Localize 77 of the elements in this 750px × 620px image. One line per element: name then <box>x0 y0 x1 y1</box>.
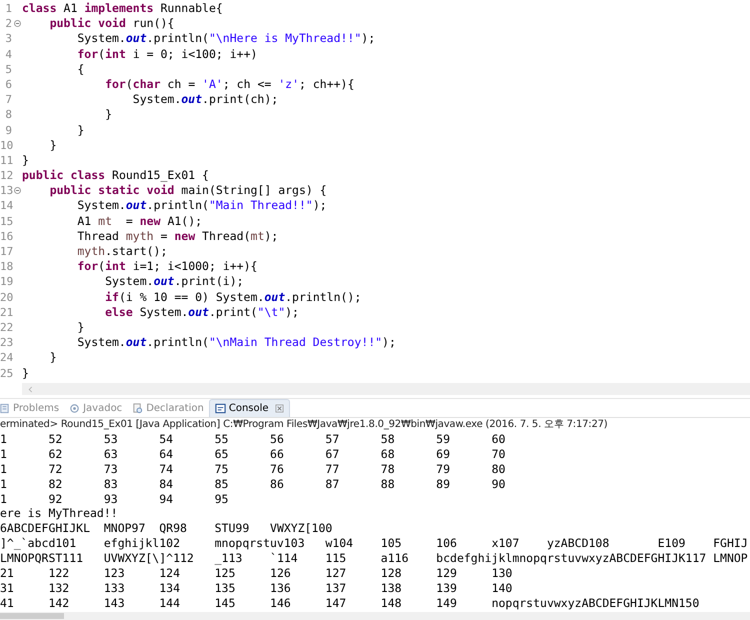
document-icon <box>132 402 144 414</box>
code-line: class A1 implements Runnable{ <box>22 1 223 16</box>
console-line: ]^_`abcd101 efghijkl102 mnopqrstuv103 w104 105 106 x107 yzABCD108 E109 FGHIJ <box>0 536 748 550</box>
console-line: 1 92 93 94 95 <box>0 492 228 506</box>
console-line: 1 82 83 84 85 86 87 88 89 90 <box>0 476 506 491</box>
line-number: 7 <box>4 92 12 108</box>
scrollbar-thumb[interactable] <box>0 613 64 619</box>
horizontal-scrollbar[interactable] <box>22 383 750 395</box>
code-line: { <box>76 62 84 77</box>
line-number: 25 <box>0 366 12 381</box>
line-number: 2 <box>4 16 12 32</box>
line-number: 11 <box>0 152 12 168</box>
code-line: Thread myth = new Thread(mt); <box>76 228 278 244</box>
code-line: A1 mt = new A1(); <box>76 214 202 229</box>
line-number: 1 <box>4 1 12 16</box>
line-number: 4 <box>4 46 12 62</box>
console-line: 1 52 53 54 55 56 57 58 59 60 <box>0 432 506 446</box>
code-line: public void run(){ <box>48 16 174 32</box>
code-line: System.out.print(i); <box>104 274 244 290</box>
line-number: 6 <box>4 76 12 92</box>
code-line: else System.out.print("\t"); <box>104 304 299 320</box>
code-line: } <box>76 122 84 138</box>
view-tab[interactable]: Javadoc <box>64 399 128 417</box>
line-number: 16 <box>0 228 12 244</box>
line-number: 9 <box>4 122 12 138</box>
line-number: 14 <box>0 198 12 214</box>
line-number: 15 <box>0 214 12 229</box>
code-line: for(int i = 0; i<100; i++) <box>76 46 258 62</box>
code-line: System.out.println("\nMain Thread Destroy!!"); <box>76 335 396 350</box>
code-line: System.out.print(ch); <box>132 92 278 108</box>
console-line: 1 72 73 74 75 76 77 78 79 80 <box>0 462 506 476</box>
console-line: 1 62 63 64 65 66 67 68 69 70 <box>0 446 506 461</box>
line-number: 8 <box>4 107 12 122</box>
code-line: myth.start(); <box>76 244 168 260</box>
console-line: 21 122 123 124 125 126 127 128 129 130 <box>0 566 512 580</box>
view-tab[interactable]: Declaration <box>127 399 209 417</box>
console-line: 41 142 143 144 145 146 147 148 149 nopqrstuvwxyzABCDEFGHIJKLMN150 <box>0 596 700 610</box>
line-number: 18 <box>0 259 12 274</box>
line-number: 5 <box>4 62 12 77</box>
code-line: public static void main(String[] args) { <box>48 183 327 198</box>
code-line: } <box>104 107 112 122</box>
at-sign-icon <box>69 402 80 414</box>
view-tab[interactable]: Problems <box>0 399 64 417</box>
line-number: 12 <box>0 168 12 184</box>
line-number: 20 <box>0 290 12 305</box>
code-line: for(int i=1; i<1000; i++){ <box>76 259 258 274</box>
line-number: 10 <box>0 138 12 153</box>
console-status-text: erminated> Round15_Ex01 [Java Application] C:₩Program Files₩Java₩jre1.8.0_92₩bin₩javaw.exe (2016. 7. 5. 오후 7:17:27) <box>0 417 750 431</box>
code-line: System.out.println("\nHere is MyThread!!"); <box>76 31 376 47</box>
problems-icon <box>0 402 10 414</box>
code-line: if(i % 10 == 0) System.out.println(); <box>104 290 362 305</box>
line-number: 19 <box>0 274 12 290</box>
code-line: } <box>76 320 84 336</box>
line-number: 21 <box>0 304 12 320</box>
code-line: } <box>48 350 57 366</box>
line-number: 13 <box>0 183 12 198</box>
code-line: public class Round15_Ex01 { <box>22 168 209 184</box>
line-number: 17 <box>0 244 12 260</box>
line-number: 23 <box>0 335 12 350</box>
line-number: 22 <box>0 320 12 336</box>
console-line: ere is MyThread!! <box>0 506 118 520</box>
console-line: 6ABCDEFGHIJKL MNOP97 QR98 STU99 VWXYZ[100 <box>0 521 332 536</box>
close-icon[interactable] <box>274 404 284 413</box>
horizontal-scrollbar[interactable] <box>0 612 750 620</box>
line-number: 3 <box>4 31 12 47</box>
code-line: } <box>22 152 29 168</box>
code-line: } <box>22 366 29 381</box>
console-line: 31 132 133 134 135 136 137 138 139 140 <box>0 580 512 595</box>
code-line: } <box>48 138 57 153</box>
console-icon <box>214 403 226 414</box>
fold-icon[interactable] <box>14 20 20 28</box>
console-line: LMNOPQRST111 UVWXYZ[\]^112 _113 `114 115 a116 bcdefghijklmnopqrstuvwxyzABCDEFGHIJK117 LMNOP <box>0 551 748 566</box>
code-line: for(char ch = 'A'; ch <= 'z'; ch++){ <box>104 76 354 92</box>
line-number: 24 <box>0 350 12 366</box>
code-line: System.out.println("Main Thread!!"); <box>76 198 327 214</box>
view-tab[interactable]: Console <box>208 399 290 417</box>
fold-icon[interactable] <box>14 187 20 194</box>
